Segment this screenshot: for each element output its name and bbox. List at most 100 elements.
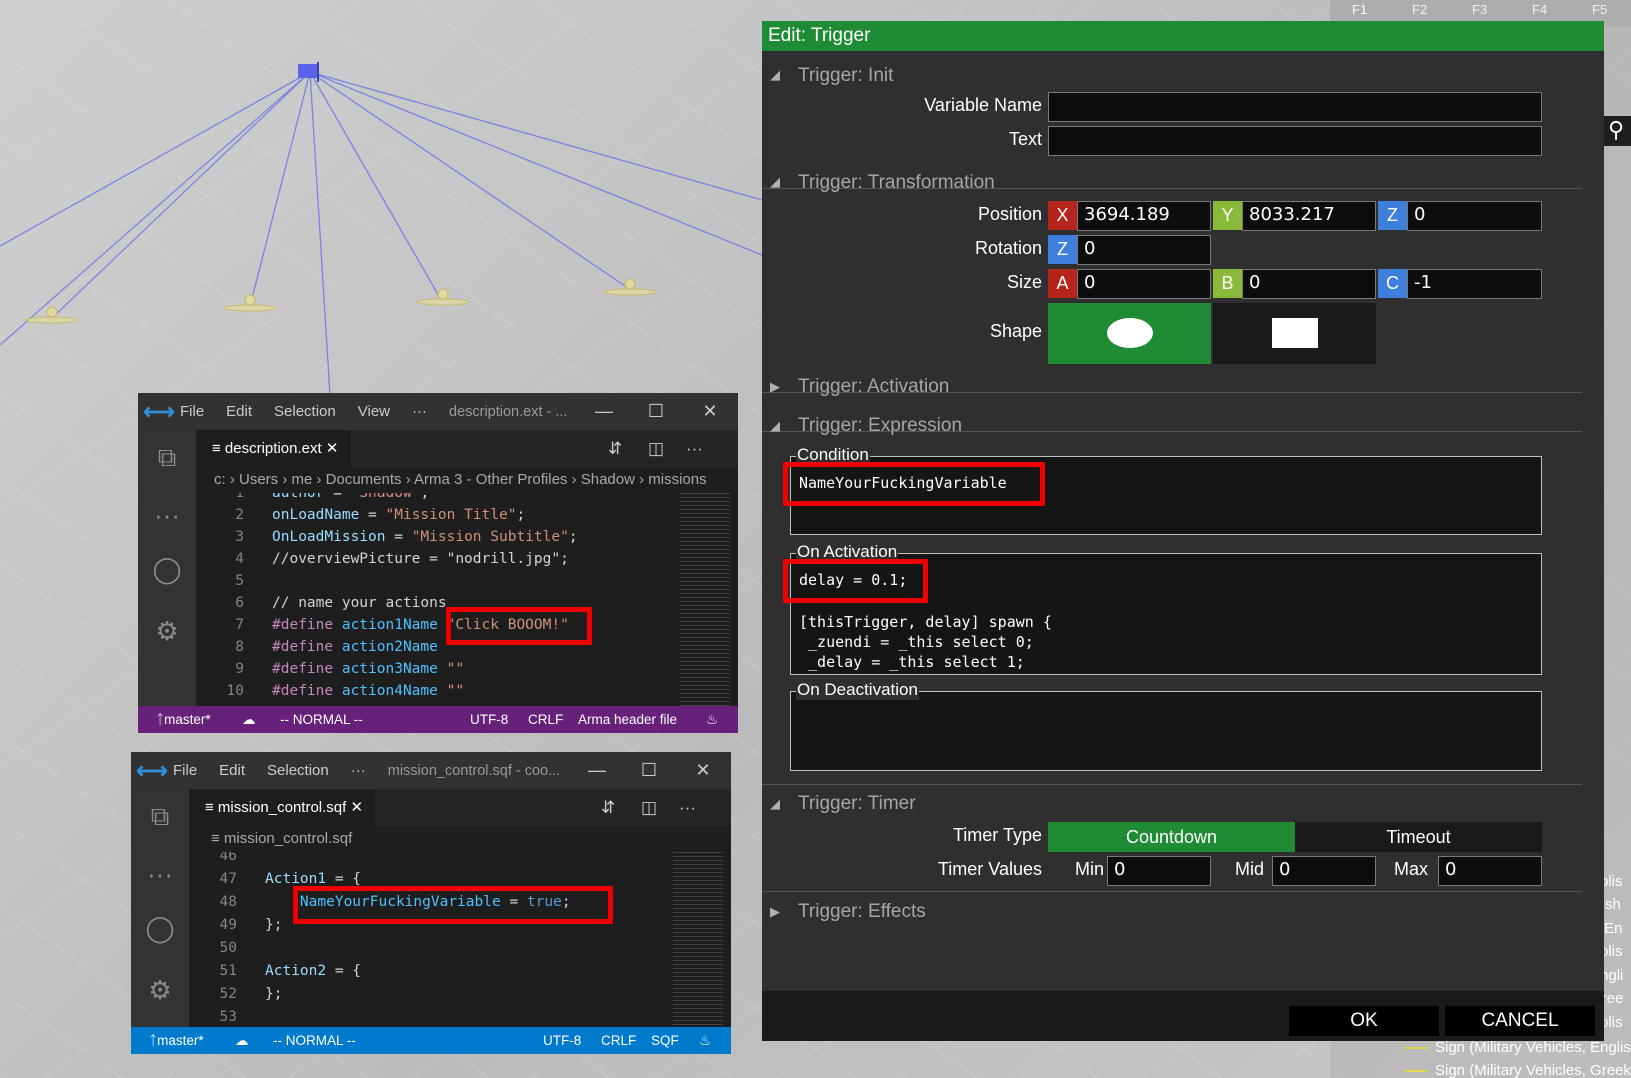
gear-icon[interactable]: ⚙	[138, 616, 196, 647]
collapse-icon[interactable]: ◢	[770, 796, 780, 812]
collapse-icon[interactable]: ◢	[770, 67, 780, 83]
timer-mid-field[interactable]: 0	[1272, 856, 1376, 886]
more-actions-icon[interactable]: ···	[686, 430, 703, 467]
timer-type-countdown-button[interactable]: Countdown	[1048, 822, 1295, 852]
ok-button[interactable]: OK	[1289, 1006, 1439, 1036]
compare-icon[interactable]: ⇵	[608, 430, 622, 467]
axis-a-badge: A	[1048, 269, 1077, 298]
position-x-field[interactable]: 3694.189	[1077, 201, 1211, 231]
axis-x-badge: X	[1048, 201, 1077, 230]
expand-icon[interactable]: ▶	[770, 379, 780, 395]
close-icon[interactable]: ✕	[684, 393, 736, 430]
explorer-icon[interactable]: ⧉	[138, 442, 196, 474]
minimap[interactable]	[673, 852, 723, 1027]
on-activation-field[interactable]: delay = 0.1; [thisTrigger, delay] spawn …	[790, 553, 1542, 675]
breadcrumb[interactable]: ≡ mission_control.sqf	[189, 826, 731, 852]
timer-max-field[interactable]: 0	[1438, 856, 1542, 886]
section-init-header[interactable]: Trigger: Init	[798, 65, 893, 87]
eol-status[interactable]: CRLF	[528, 706, 563, 733]
account-icon[interactable]: ◯	[138, 554, 196, 585]
menu-selection[interactable]: Selection	[274, 403, 336, 420]
window-title: mission_control.sqf - coo...	[387, 762, 561, 779]
position-z-field[interactable]: 0	[1407, 201, 1542, 231]
more-actions-icon[interactable]: ···	[679, 789, 696, 826]
section-transformation-header[interactable]: Trigger: Transformation	[798, 172, 995, 194]
list-item[interactable]: Sign (Military Vehicles, Greek)	[1405, 1059, 1631, 1078]
sync-icon[interactable]: ☁	[242, 706, 256, 733]
encoding-status[interactable]: UTF-8	[470, 706, 508, 733]
more-icon[interactable]: ···	[131, 859, 189, 890]
on-deactivation-field[interactable]	[790, 691, 1542, 771]
bell-icon[interactable]: ♨	[706, 706, 718, 733]
code-line: };	[265, 986, 283, 1002]
menu-file[interactable]: File	[173, 762, 197, 779]
code-editor[interactable]: 1 author = "Shadow"; 2 onLoadName = "Mis…	[196, 493, 678, 706]
sync-icon[interactable]: ☁	[235, 1027, 249, 1054]
encoding-status[interactable]: UTF-8	[543, 1027, 581, 1054]
tab-mission-control[interactable]: ≡ mission_control.sqf ✕	[189, 789, 376, 826]
expand-icon[interactable]: ▶	[770, 904, 780, 920]
section-activation-header[interactable]: Trigger: Activation	[798, 376, 949, 398]
split-editor-icon[interactable]: ◫	[648, 430, 664, 467]
explorer-icon[interactable]: ⧉	[131, 801, 189, 833]
search-icon[interactable]: ⚲	[1601, 116, 1631, 146]
shape-rectangle-button[interactable]	[1213, 303, 1376, 364]
position-label: Position	[977, 204, 1042, 224]
maximize-icon[interactable]: ☐	[623, 752, 675, 789]
close-icon[interactable]: ✕	[677, 752, 729, 789]
eol-status[interactable]: CRLF	[601, 1027, 636, 1054]
menu-more[interactable]: ···	[351, 762, 366, 779]
cancel-button[interactable]: CANCEL	[1445, 1006, 1595, 1036]
language-status[interactable]: Arma header file	[578, 706, 677, 733]
menu-view[interactable]: View	[358, 403, 390, 420]
minimap[interactable]	[680, 493, 730, 706]
position-y-field[interactable]: 8033.217	[1242, 201, 1376, 231]
rectangle-icon	[1272, 318, 1318, 348]
size-a-field[interactable]: 0	[1077, 269, 1211, 299]
menu-edit[interactable]: Edit	[219, 762, 245, 779]
ellipse-icon	[1107, 318, 1153, 348]
gear-icon[interactable]: ⚙	[131, 975, 189, 1006]
code-editor[interactable]: 46 47 Action1 = { 48 NameYourFuckingVari…	[189, 852, 671, 1027]
size-label: Size	[1006, 272, 1042, 292]
text-field[interactable]	[1048, 126, 1542, 156]
branch-status[interactable]: ᛏ master*	[156, 706, 211, 733]
section-expression-header[interactable]: Trigger: Expression	[798, 415, 962, 437]
breadcrumb[interactable]: c: › Users › me › Documents › Arma 3 - O…	[196, 467, 738, 493]
close-tab-icon[interactable]: ✕	[350, 799, 363, 816]
branch-status[interactable]: ᛏ master*	[149, 1027, 204, 1054]
collapse-icon[interactable]: ◢	[770, 418, 780, 434]
maximize-icon[interactable]: ☐	[630, 393, 682, 430]
minimize-icon[interactable]: —	[578, 393, 630, 430]
size-b-field[interactable]: 0	[1242, 269, 1376, 299]
menu-edit[interactable]: Edit	[226, 403, 252, 420]
section-effects-header[interactable]: Trigger: Effects	[798, 901, 926, 923]
collapse-icon[interactable]: ◢	[770, 174, 780, 190]
tab-description-ext[interactable]: ≡ description.ext ✕	[196, 430, 351, 467]
code-line: #define action2Name ""	[272, 639, 465, 655]
condition-field[interactable]: NameYourFuckingVariable	[790, 456, 1542, 535]
split-editor-icon[interactable]: ◫	[641, 789, 657, 826]
timer-type-timeout-button[interactable]: Timeout	[1295, 822, 1542, 852]
code-line: //overviewPicture = "nodrill.jpg";	[272, 551, 569, 567]
compare-icon[interactable]: ⇵	[601, 789, 615, 826]
section-timer-header[interactable]: Trigger: Timer	[798, 793, 916, 815]
dialog-title[interactable]: Edit: Trigger	[762, 21, 1604, 51]
window-title: description.ext - ...	[449, 403, 568, 420]
menu-more[interactable]: ···	[412, 403, 427, 420]
vim-mode: -- NORMAL --	[273, 1033, 356, 1048]
account-icon[interactable]: ◯	[131, 913, 189, 944]
menu-selection[interactable]: Selection	[267, 762, 329, 779]
menu-file[interactable]: File	[180, 403, 204, 420]
bell-icon[interactable]: ♨	[699, 1027, 711, 1054]
language-status[interactable]: SQF	[651, 1027, 679, 1054]
more-icon[interactable]: ···	[138, 500, 196, 531]
minimize-icon[interactable]: —	[571, 752, 623, 789]
rotation-z-field[interactable]: 0	[1077, 235, 1211, 265]
divider	[762, 784, 1582, 785]
size-c-field[interactable]: -1	[1407, 269, 1542, 299]
timer-min-field[interactable]: 0	[1107, 856, 1211, 886]
variable-name-field[interactable]	[1048, 92, 1542, 122]
close-tab-icon[interactable]: ✕	[326, 440, 339, 457]
shape-ellipse-button[interactable]	[1048, 303, 1211, 364]
